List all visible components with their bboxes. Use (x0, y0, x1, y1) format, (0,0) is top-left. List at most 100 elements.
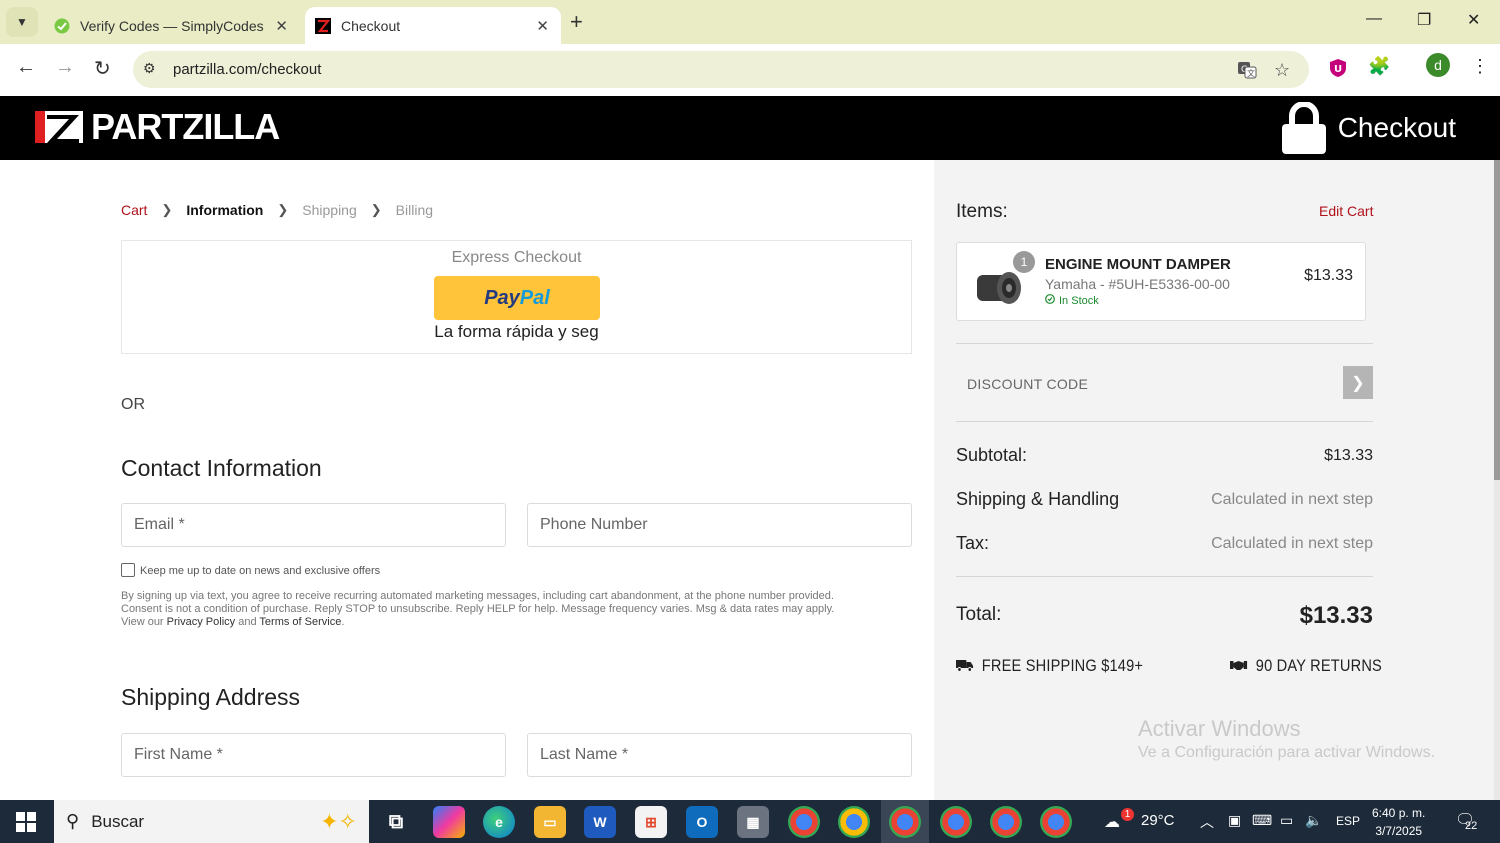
taskbar-clock[interactable]: 6:40 p. m. 3/7/2025 (1372, 804, 1425, 840)
chrome-profile-active-icon[interactable] (889, 806, 921, 838)
tab-search-button[interactable]: ▼ (6, 7, 38, 37)
browser-menu-icon[interactable]: ⋮ (1471, 56, 1489, 77)
task-view-icon[interactable]: ⧉ (380, 806, 412, 838)
tab-title: Verify Codes — SimplyCodes (80, 17, 264, 34)
language-indicator[interactable]: ESP (1336, 814, 1360, 828)
chrome-profile-1-icon[interactable] (788, 806, 820, 838)
weather-temp[interactable]: 29°C (1141, 812, 1175, 829)
show-hidden-icons-chevron-icon[interactable]: ︿ (1200, 812, 1214, 832)
windows-start-icon[interactable] (16, 812, 36, 832)
first-name-field[interactable]: First Name * (121, 733, 506, 777)
copilot-app-icon[interactable] (433, 806, 465, 838)
weather-icon[interactable]: ☁ (1104, 812, 1120, 832)
taskbar-search[interactable]: ⚲ Buscar ✦✧ (54, 800, 369, 843)
chrome-profile-4-icon[interactable] (940, 806, 972, 838)
watermark-subtitle: Ve a Configuración para activar Windows. (1138, 744, 1436, 761)
browser-toolbar: ← → ↻ ⚙ partzilla.com/checkout G文 ☆ U 🧩 … (0, 44, 1500, 96)
apply-discount-button[interactable]: ❯ (1343, 366, 1373, 399)
breadcrumb-cart[interactable]: Cart (121, 202, 147, 218)
extensions-puzzle-icon[interactable]: 🧩 (1368, 56, 1390, 77)
paypal-logo-pay: Pay (484, 286, 520, 309)
discount-code-field[interactable]: DISCOUNT CODE (967, 376, 1088, 392)
paypal-tagline: La forma rápida y seg (434, 322, 599, 341)
forward-arrow-icon[interactable]: → (55, 56, 75, 79)
simplycodes-icon (54, 18, 70, 34)
word-app-icon[interactable]: W (584, 806, 616, 838)
chrome-profile-6-icon[interactable] (1040, 806, 1072, 838)
close-window-icon[interactable]: ✕ (1467, 10, 1480, 30)
stock-label: In Stock (1059, 294, 1099, 307)
logo-z-mark (33, 109, 85, 145)
minimize-icon[interactable]: — (1366, 10, 1382, 28)
phone-field[interactable]: Phone Number (527, 503, 912, 547)
partzilla-logo[interactable]: PARTZILLA (33, 106, 280, 148)
total-label: Total: (956, 604, 1002, 625)
watermark-title: Activar Windows (1138, 716, 1301, 741)
tab-checkout[interactable]: Checkout ✕ (305, 7, 561, 44)
summary-divider (956, 421, 1373, 422)
edit-cart-link[interactable]: Edit Cart (1319, 203, 1373, 219)
back-arrow-icon[interactable]: ← (16, 56, 36, 79)
check-circle-icon (1045, 294, 1055, 307)
items-title: Items: (956, 201, 1008, 222)
last-name-placeholder: Last Name * (540, 746, 629, 763)
legal-end-text: . (341, 616, 345, 628)
legal-line-2: Consent is not a condition of purchase. … (121, 603, 835, 615)
network-icon[interactable]: ▭ (1280, 812, 1293, 829)
chevron-right-icon: ❯ (161, 202, 173, 217)
paypal-logo-pal: Pal (519, 286, 550, 309)
newsletter-opt-in[interactable]: Keep me up to date on news and exclusive… (121, 562, 380, 577)
copilot-sparkle-icon: ✦✧ (320, 808, 357, 834)
outlook-app-icon[interactable]: O (686, 806, 718, 838)
lock-icon (1280, 101, 1328, 154)
meet-now-icon[interactable]: ▣ (1228, 812, 1241, 829)
close-tab-icon[interactable]: ✕ (275, 17, 288, 35)
notification-count: 22 (1465, 820, 1478, 832)
summary-divider (956, 576, 1373, 577)
newsletter-checkbox[interactable] (121, 562, 135, 577)
checkout-title: Checkout (1337, 112, 1456, 143)
page-scrollbar[interactable] (1494, 160, 1500, 800)
browser-tab-bar: ▼ Verify Codes — SimplyCodes ✕ Checkout … (0, 0, 1500, 44)
file-explorer-icon[interactable]: ▭ (534, 806, 566, 838)
last-name-field[interactable]: Last Name * (527, 733, 912, 777)
cart-item: 1 ENGINE MOUNT DAMPER Yamaha - #5UH-E533… (956, 242, 1366, 321)
checkout-form-area: Cart ❯ Information ❯ Shipping ❯ Billing … (0, 160, 934, 800)
chrome-profile-5-icon[interactable] (990, 806, 1022, 838)
site-settings-icon[interactable]: ⚙ (143, 60, 156, 77)
ublock-extension-icon[interactable]: U (1328, 58, 1348, 83)
email-field[interactable]: Email * (121, 503, 506, 547)
terms-of-service-link[interactable]: Terms of Service (259, 616, 341, 628)
close-tab-icon[interactable]: ✕ (536, 17, 549, 35)
url-text[interactable]: partzilla.com/checkout (173, 61, 321, 78)
contact-heading: Contact Information (121, 455, 322, 481)
scrollbar-thumb[interactable] (1494, 160, 1500, 480)
address-bar[interactable]: ⚙ partzilla.com/checkout G文 ☆ (133, 51, 1309, 88)
edge-app-icon[interactable]: e (483, 806, 515, 838)
breadcrumb-billing: Billing (395, 202, 434, 218)
new-tab-plus-icon[interactable]: + (570, 9, 583, 35)
calculator-app-icon[interactable]: ▦ (737, 806, 769, 838)
chrome-profile-2-icon[interactable] (838, 806, 870, 838)
email-placeholder: Email * (134, 516, 185, 533)
handshake-icon (1230, 658, 1248, 675)
paypal-button[interactable]: Pay Pal (434, 276, 600, 320)
profile-avatar[interactable]: d (1426, 53, 1450, 77)
reload-icon[interactable]: ↻ (94, 56, 111, 81)
truck-icon (956, 658, 974, 675)
tab-title: Checkout (341, 17, 401, 34)
tab-verify-codes[interactable]: Verify Codes — SimplyCodes ✕ (44, 7, 300, 44)
restore-icon[interactable]: ❐ (1417, 10, 1431, 30)
express-checkout-label: Express Checkout (451, 249, 582, 266)
volume-icon[interactable]: 🔈 (1305, 812, 1322, 829)
bookmark-star-icon[interactable]: ☆ (1274, 60, 1290, 81)
first-name-placeholder: First Name * (134, 746, 223, 763)
summary-divider (956, 343, 1373, 344)
translate-icon[interactable]: G文 (1237, 60, 1257, 85)
privacy-policy-link[interactable]: Privacy Policy (167, 616, 235, 628)
clock-date: 3/7/2025 (1375, 824, 1423, 838)
legal-and-text: and (238, 616, 257, 628)
chevron-right-icon: ❯ (370, 202, 382, 217)
input-indicator-icon[interactable]: ⌨ (1252, 812, 1272, 829)
store-app-icon[interactable]: ⊞ (635, 806, 667, 838)
